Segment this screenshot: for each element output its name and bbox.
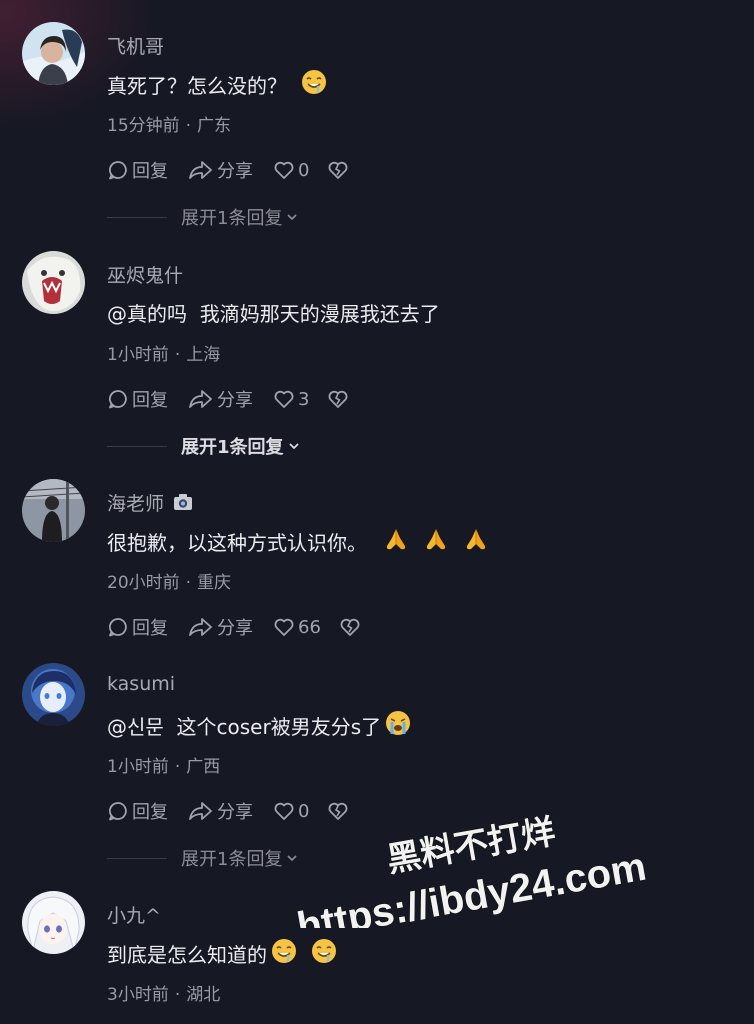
comment-text: 到底是怎么知道的 [107,943,267,967]
chevron-down-icon [288,443,299,450]
comment-text-row: 到底是怎么知道的 [107,938,337,969]
expand-replies-button[interactable]: 展开1条回复 [107,846,299,870]
divider-line [107,445,167,447]
like-button[interactable]: 3 [273,388,309,410]
reply-button[interactable]: 回复 [107,614,168,640]
share-icon [189,802,212,820]
chevron-down-icon [287,214,298,221]
dislike-button[interactable] [339,616,364,638]
comment-location: 上海 [186,345,221,365]
comment-actions: 回复 分享 0 [107,157,372,183]
reply-icon [108,161,127,180]
reply-icon [108,802,127,821]
like-button[interactable]: 0 [273,800,309,822]
like-count: 0 [298,800,310,822]
comment-actions: 回复 分享 0 [107,798,372,824]
drooling-face-emoji-icon [311,938,337,969]
expand-replies-button[interactable]: 展开1条回复 [107,205,299,229]
comment-location: 湖北 [186,985,221,1005]
comment-time: 1小时前 [107,757,169,777]
broken-heart-icon [340,618,360,636]
comment-text: 真死了？怎么没的？ [107,74,287,98]
chevron-down-icon [287,855,298,862]
share-icon [189,390,212,408]
comment-time: 15分钟前 [107,116,180,136]
username[interactable]: 巫烬鬼什 [107,261,183,288]
comment-time: 1小时前 [107,345,169,365]
comment-location: 广西 [186,757,221,777]
avatar[interactable] [22,891,85,954]
like-button[interactable]: 66 [273,616,321,638]
comment-text: @真的吗 我滴妈那天的漫展我还去了 [107,302,440,326]
username-row: 海老师 [107,489,193,516]
reply-button[interactable]: 回复 [107,157,168,183]
reply-icon [108,390,127,409]
watermark-line1: 黑料不打烊 [384,813,558,880]
comment-text-row: 真死了？怎么没的？ [107,69,327,100]
comment-location: 重庆 [197,573,232,593]
heart-icon [274,390,294,408]
comment-text: @신문 这个coser被男友分s了 [107,715,382,739]
reply-button[interactable]: 回复 [107,798,168,824]
comment-text-row: @真的吗 我滴妈那天的漫展我还去了 [107,298,440,327]
avatar[interactable] [22,251,85,314]
comment-time: 20小时前 [107,573,180,593]
share-button[interactable]: 分享 [188,614,253,640]
like-button[interactable]: 0 [273,159,309,181]
share-button[interactable]: 分享 [188,157,253,183]
comment-meta: 1小时前 · 上海 [107,345,221,365]
heart-icon [274,802,294,820]
share-icon [189,161,212,179]
comment-actions: 回复 分享 3 [107,386,372,412]
like-count: 0 [298,159,310,181]
dislike-button[interactable] [327,800,352,822]
folded-hands-emoji-icon [383,526,409,557]
folded-hands-emoji-icon [423,526,449,557]
broken-heart-icon [329,802,348,820]
like-count: 3 [298,388,310,410]
divider-line [107,216,167,218]
comment-meta: 3小时前 · 湖北 [107,985,221,1005]
divider-line [107,857,167,859]
comment-location: 广东 [197,116,232,136]
comment-meta: 15分钟前 · 广东 [107,116,232,136]
reply-button[interactable]: 回复 [107,386,168,412]
dislike-button[interactable] [327,159,352,181]
heart-icon [274,618,294,636]
username[interactable]: 飞机哥 [107,32,164,59]
username[interactable]: 海老师 [107,493,164,515]
comment-text-row: @신문 这个coser被男友分s了 [107,710,411,741]
comment-meta: 1小时前 · 广西 [107,757,221,777]
folded-hands-emoji-icon [463,526,489,557]
comment-text: 很抱歉，以这种方式认识你。 [107,531,367,555]
comment-actions: 回复 分享 66 [107,614,384,640]
share-button[interactable]: 分享 [188,386,253,412]
avatar[interactable] [22,22,85,85]
crying-face-emoji-icon [385,710,411,741]
camera-badge-icon [173,493,193,516]
avatar[interactable] [22,479,85,542]
comment-time: 3小时前 [107,985,169,1005]
comment-meta: 20小时前 · 重庆 [107,573,232,593]
comment-text-row: 很抱歉，以这种方式认识你。 [107,526,489,557]
watermark: 黑料不打烊 https://ibdy24.com [293,812,650,928]
dislike-button[interactable] [327,388,352,410]
heart-icon [274,161,294,179]
broken-heart-icon [329,390,348,408]
broken-heart-icon [329,161,348,179]
like-count: 66 [298,616,321,638]
avatar[interactable] [22,663,85,726]
username[interactable]: kasumi [107,673,175,695]
drooling-face-emoji-icon [301,69,327,100]
expand-replies-button[interactable]: 展开1条回复 [107,434,301,458]
share-button[interactable]: 分享 [188,798,253,824]
share-icon [189,618,212,636]
watermark-line2: https://ibdy24.com [294,845,650,928]
reply-icon [108,618,127,637]
username[interactable]: 小九^ [107,901,161,928]
drooling-face-emoji-icon [271,938,297,969]
